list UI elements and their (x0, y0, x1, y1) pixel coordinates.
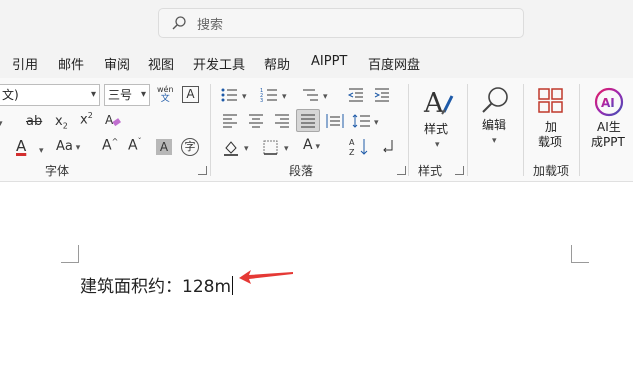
chevron-down-icon[interactable]: ▾ (0, 116, 3, 129)
font-group-label: 字体 (45, 164, 70, 178)
addins-button[interactable]: 加 载项 (530, 84, 572, 156)
ai-label-line1: AI生 (597, 120, 621, 134)
enclose-characters-icon[interactable]: 字 (181, 138, 199, 156)
decrease-indent-icon[interactable] (347, 87, 365, 103)
addins-label-line2: 载项 (538, 135, 563, 149)
character-shading-icon[interactable]: A (156, 139, 172, 155)
tab-developer[interactable]: 开发工具 (193, 54, 245, 73)
styles-dialog-launcher-icon[interactable] (455, 166, 464, 175)
font-name-value: 文) (2, 88, 19, 102)
paragraph-dialog-launcher-icon[interactable] (397, 166, 406, 175)
svg-text:AI: AI (601, 96, 615, 110)
svg-text:▾: ▾ (323, 92, 328, 102)
svg-text:A: A (349, 138, 355, 147)
asian-layout-icon[interactable]: A ▾ (303, 138, 320, 152)
chevron-down-icon: ▾ (90, 89, 96, 100)
numbering-icon[interactable]: 1 2 3 ▾ (260, 87, 296, 103)
shrink-font-icon[interactable]: Aˇ (128, 138, 142, 153)
font-dialog-launcher-icon[interactable] (198, 166, 207, 175)
justify-icon (301, 114, 315, 128)
phonetic-guide-icon[interactable]: wén 文 (157, 85, 174, 104)
sort-icon[interactable]: AZ (348, 137, 370, 157)
show-paragraph-marks-icon[interactable] (380, 138, 396, 156)
distributed-icon[interactable] (326, 113, 344, 129)
align-center-icon[interactable] (248, 114, 264, 128)
search-box[interactable]: 搜索 (158, 8, 524, 38)
styles-icon: A (423, 88, 454, 118)
justify-button[interactable] (296, 109, 320, 132)
tab-mailings[interactable]: 邮件 (58, 54, 84, 73)
tab-view[interactable]: 视图 (148, 54, 174, 73)
font-size-value: 三号 (108, 88, 133, 102)
styles-label: 样式 (424, 122, 449, 136)
shading-icon[interactable]: ▾ (222, 139, 254, 156)
chevron-down-icon: ▾ (435, 140, 440, 150)
text-cursor (232, 276, 234, 295)
svg-text:Z: Z (349, 148, 355, 157)
multilevel-list-icon[interactable]: ▾ (301, 87, 337, 103)
group-divider (467, 84, 468, 176)
ai-label-line2: 成PPT (591, 135, 625, 149)
margin-corner-mark (61, 245, 79, 263)
menu-bar: 引用 邮件 审阅 视图 开发工具 帮助 AIPPT 百度网盘 (0, 46, 633, 78)
svg-text:A: A (105, 113, 114, 127)
borders-icon[interactable]: ▾ (262, 139, 294, 156)
superscript-icon[interactable]: x2 (80, 112, 93, 127)
addins-label-line1: 加 (545, 120, 558, 134)
tab-help[interactable]: 帮助 (264, 54, 290, 73)
grow-font-icon[interactable]: A^ (102, 138, 118, 153)
subscript-icon[interactable]: x2 (55, 115, 68, 131)
group-divider (408, 84, 409, 176)
align-left-icon[interactable] (222, 114, 238, 128)
bullets-icon[interactable]: ▾ (220, 87, 256, 103)
font-size-select[interactable]: 三号 ▾ (104, 84, 150, 106)
paragraph-group-label: 段落 (289, 164, 314, 178)
group-divider (579, 84, 580, 176)
search-placeholder: 搜索 (197, 17, 224, 33)
align-right-icon[interactable] (274, 114, 290, 128)
tab-baidu-netdisk[interactable]: 百度网盘 (368, 54, 420, 73)
margin-corner-mark (571, 245, 589, 263)
svg-text:▾: ▾ (284, 144, 289, 154)
ai-generate-ppt-button[interactable]: AI AI生 成PPT (585, 84, 631, 156)
tab-references[interactable]: 引用 (12, 54, 38, 73)
find-icon (482, 87, 508, 113)
addins-group-label: 加载项 (533, 164, 570, 178)
chevron-down-icon: ▾ (140, 89, 146, 100)
font-color-icon[interactable]: A (16, 139, 26, 154)
ai-icon: AI (594, 87, 624, 117)
group-divider (210, 84, 211, 176)
svg-text:▾: ▾ (242, 92, 247, 102)
group-divider (523, 84, 524, 176)
svg-text:▾: ▾ (244, 144, 249, 154)
editing-label: 编辑 (482, 118, 507, 132)
svg-text:▾: ▾ (374, 118, 379, 128)
addins-grid-icon (538, 88, 563, 113)
tab-review[interactable]: 审阅 (104, 54, 130, 73)
document-paragraph[interactable]: 建筑面积约：128m (80, 272, 234, 297)
font-name-select[interactable]: 文) ▾ (0, 84, 100, 106)
document-text: 建筑面积约：128m (80, 277, 232, 297)
clear-formatting-icon[interactable]: A (104, 111, 122, 129)
ribbon: 文) ▾ 三号 ▾ wén 文 A ▾ ab x2 x2 A A ▾ Aa ▾ A… (0, 78, 633, 182)
annotation-arrow-icon (239, 270, 293, 284)
styles-button[interactable]: A 样式 ▾ (416, 84, 460, 156)
title-bar: 搜索 (0, 0, 633, 46)
svg-text:▾: ▾ (282, 92, 287, 102)
editing-button[interactable]: 编辑 ▾ (474, 84, 516, 156)
search-icon (172, 16, 186, 30)
increase-indent-icon[interactable] (373, 87, 391, 103)
change-case-icon[interactable]: Aa ▾ (56, 140, 80, 153)
character-border-icon[interactable]: A (182, 86, 199, 103)
svg-text:A: A (423, 88, 444, 118)
svg-text:3: 3 (260, 98, 263, 103)
chevron-down-icon[interactable]: ▾ (39, 143, 44, 156)
chevron-down-icon: ▾ (492, 136, 497, 146)
styles-group-label: 样式 (418, 164, 443, 178)
strikethrough-icon[interactable]: ab (26, 115, 42, 128)
tab-aippt[interactable]: AIPPT (311, 54, 347, 69)
line-spacing-icon[interactable]: ▾ (352, 113, 384, 129)
